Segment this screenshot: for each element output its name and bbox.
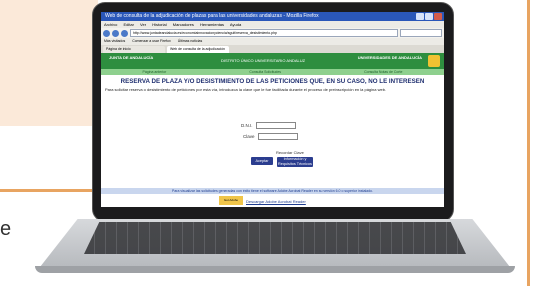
adobe-download-link[interactable]: Descargar Adobe Acrobat Reader xyxy=(246,199,306,204)
recordar-clave-link[interactable]: Recordar Clave xyxy=(276,150,304,155)
dni-row: D.N.I. xyxy=(241,122,296,129)
banner-right-text: UNIVERSIDADES DE ANDALUCÍA xyxy=(357,55,422,60)
menu-bar: Archivo Editar Ver Historial Marcadores … xyxy=(101,21,444,28)
menu-item[interactable]: Herramientas xyxy=(200,22,224,27)
page-title: RESERVA DE PLAZA Y/O DESISTIMIENTO DE LA… xyxy=(120,78,425,85)
menu-item[interactable]: Editar xyxy=(123,22,133,27)
browser-window: Web de consulta de la adjudicación de pl… xyxy=(101,12,444,207)
site-banner: JUNTA DE ANDALUCÍA DISTRITO ÚNICO UNIVER… xyxy=(101,53,444,69)
bookmark-item[interactable]: Más visitados xyxy=(104,39,125,43)
laptop-keyboard xyxy=(84,222,466,254)
clave-row: Clave xyxy=(243,133,298,140)
tab-inicio[interactable]: Página de inicio xyxy=(103,46,165,53)
menu-item[interactable]: Historial xyxy=(152,22,166,27)
subnav-item[interactable]: Consulta Notas de Corte xyxy=(364,69,402,75)
dni-input[interactable] xyxy=(255,122,296,129)
navigation-toolbar: http://www.juntadeandalucia.es/economiai… xyxy=(101,28,444,38)
reload-icon[interactable] xyxy=(121,29,128,37)
tab-bar: Página de inicio Web de consulta de la a… xyxy=(101,45,444,53)
banner-left-text: JUNTA DE ANDALUCÍA xyxy=(109,55,154,60)
back-icon[interactable] xyxy=(103,29,110,37)
page-content: JUNTA DE ANDALUCÍA DISTRITO ÚNICO UNIVER… xyxy=(101,53,444,207)
adobe-note: Para visualizar las solicitudes generada… xyxy=(101,188,444,194)
address-bar[interactable]: http://www.juntadeandalucia.es/economiai… xyxy=(130,29,398,37)
minimize-icon[interactable] xyxy=(416,13,424,20)
tab-consulta[interactable]: Web de consulta de la adjudicación xyxy=(167,46,229,53)
clave-label: Clave xyxy=(243,134,255,139)
maximize-icon[interactable] xyxy=(425,13,433,20)
bookmark-item[interactable]: Comenzar a usar Firefox xyxy=(132,39,171,43)
search-input[interactable] xyxy=(400,29,442,37)
banner-center-text: DISTRITO ÚNICO UNIVERSITARIO ANDALUZ xyxy=(221,58,306,63)
clave-input[interactable] xyxy=(257,133,298,140)
window-title: Web de consulta de la adjudicación de pl… xyxy=(105,13,319,19)
sub-navigation: Página anterior Consulta Solicitudes Con… xyxy=(101,69,444,75)
bookmarks-bar: Más visitados Comenzar a usar Firefox Úl… xyxy=(101,38,444,45)
window-titlebar: Web de consulta de la adjudicación de pl… xyxy=(101,12,444,21)
bookmark-item[interactable]: Últimas noticias xyxy=(178,39,203,43)
info-button[interactable]: Información y Requisitos Técnicos xyxy=(277,157,313,167)
window-controls xyxy=(416,13,442,20)
background-edge-text: e xyxy=(0,218,12,240)
university-logo-icon xyxy=(428,55,440,67)
menu-item[interactable]: Ver xyxy=(140,22,146,27)
instructions-text: Para solicitar reserva o desistimiento d… xyxy=(105,87,387,92)
menu-item[interactable]: Marcadores xyxy=(173,22,194,27)
dni-label: D.N.I. xyxy=(241,123,253,128)
subnav-item[interactable]: Consulta Solicitudes xyxy=(249,69,281,75)
menu-item[interactable]: Ayuda xyxy=(230,22,241,27)
adobe-reader-badge[interactable]: Get Adobe Reader xyxy=(219,196,243,205)
forward-icon[interactable] xyxy=(112,29,119,37)
background-accent-line xyxy=(527,0,530,286)
laptop-base-front xyxy=(35,266,515,273)
background-panel xyxy=(0,0,98,126)
close-icon[interactable] xyxy=(434,13,442,20)
subnav-item[interactable]: Página anterior xyxy=(143,69,167,75)
menu-item[interactable]: Archivo xyxy=(104,22,117,27)
accept-button[interactable]: Aceptar xyxy=(251,157,273,165)
